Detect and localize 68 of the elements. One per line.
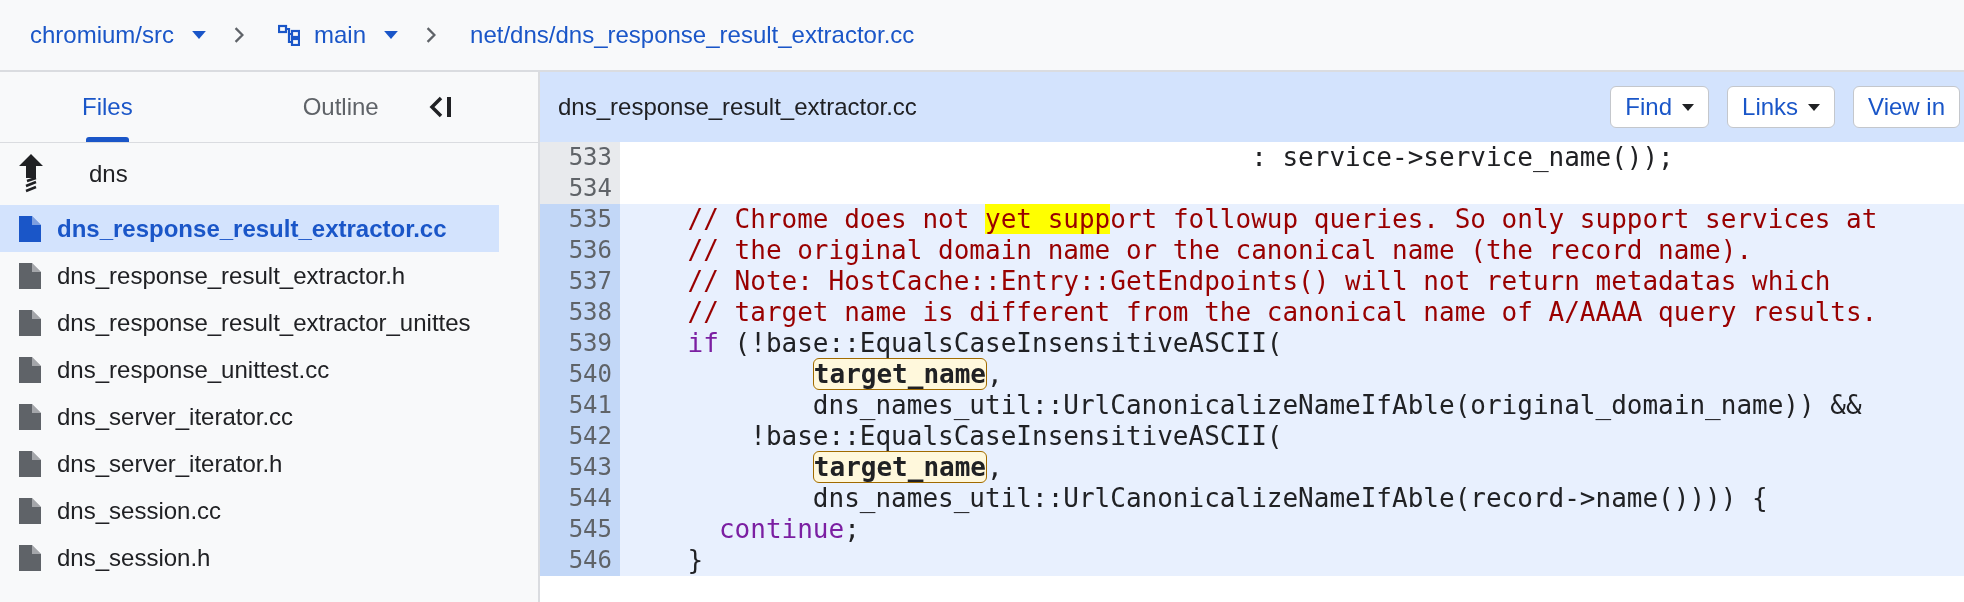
line-number[interactable]: 542 [540,421,620,452]
line-number[interactable]: 545 [540,514,620,545]
file-icon [19,356,41,383]
code-text: , [987,359,1003,389]
code-keyword: if [686,328,719,358]
code-keyword: continue [717,514,845,544]
branch-icon [278,24,300,46]
chevron-right-icon [426,27,437,43]
toolbar-button[interactable]: Links [1727,86,1836,128]
branch-link[interactable]: main [314,21,367,49]
line-number[interactable]: 540 [540,359,620,390]
file-item[interactable]: dns_response_result_extractor_unittes [0,299,499,346]
code-comment: // the original domain name or the canonical name (the record name). [686,235,1753,265]
search-match: yet supp [985,204,1111,234]
line-number[interactable]: 541 [540,390,620,421]
code-text: (!base::EqualsCaseInsensitiveASCII( [733,328,1283,358]
collapse-panel-icon[interactable] [428,96,453,118]
code-text: !base::EqualsCaseInsensitiveASCII( [749,421,1283,451]
code-text: dns_names_util::UrlCanonicalizeNameIfAble(original_domain_name)) && [811,390,1862,420]
file-icon [19,309,41,336]
chevron-right-icon [234,27,244,43]
file-item[interactable]: dns_response_result_extractor.cc [0,205,499,252]
code-text: ; [844,514,860,544]
file-icon [19,544,41,571]
line-number[interactable]: 546 [540,545,620,576]
file-title: dns_response_result_extractor.cc [558,93,917,121]
symbol-reference[interactable]: target_name [812,451,987,483]
caret-icon [1682,103,1695,111]
file-icon [19,497,41,524]
symbol-reference[interactable]: target_name [812,358,987,390]
line-number[interactable]: 544 [540,483,620,514]
file-icon [19,450,41,477]
code-text: : service->service_name()); [1250,142,1674,172]
file-item[interactable]: dns_response_result_extractor.h [0,252,499,299]
code-comment: ort followup queries. So only support services at [1110,204,1878,234]
code-comment: // Chrome does not [686,204,971,234]
caret-icon[interactable] [192,31,206,39]
line-number[interactable]: 535 [540,204,620,235]
toolbar-button[interactable]: View in [1853,86,1960,128]
line-number[interactable]: 533 [540,142,620,173]
file-icon [19,403,41,430]
caret-icon[interactable] [384,31,399,39]
file-item[interactable]: dns_session.h [0,534,499,581]
caret-icon [1808,103,1821,111]
code-comment: // target name is different from the canonical name of A/AAAA query results. [686,297,1878,327]
line-number[interactable]: 539 [540,328,620,359]
line-number[interactable]: 538 [540,297,620,328]
parent-folder-link[interactable]: dns [89,160,128,188]
file-icon [19,215,41,242]
repo-link[interactable]: chromium/src [30,21,174,49]
code-text: , [987,452,1003,482]
file-item[interactable]: dns_response_unittest.cc [0,346,499,393]
line-number[interactable]: 543 [540,452,620,483]
line-number[interactable]: 534 [540,173,620,204]
code-text: } [686,545,704,575]
file-icon [19,262,41,289]
sidebar-tab[interactable]: Files [82,72,133,142]
up-arrow-icon[interactable] [19,154,43,194]
file-path-link[interactable]: net/dns/dns_response_result_extractor.cc [470,21,915,49]
sidebar-tab[interactable]: Outline [302,72,379,142]
line-number[interactable]: 536 [540,235,620,266]
file-item[interactable]: dns_session.cc [0,487,499,534]
toolbar-button[interactable]: Find [1610,86,1710,128]
code-comment: // Note: HostCache::Entry::GetEndpoints() will not return metadatas which [686,266,1831,296]
file-item[interactable]: dns_server_iterator.cc [0,393,499,440]
code-text: dns_names_util::UrlCanonicalizeNameIfAble(record->name()))) { [811,483,1768,513]
file-item[interactable]: dns_server_iterator.h [0,440,499,487]
line-number[interactable]: 537 [540,266,620,297]
